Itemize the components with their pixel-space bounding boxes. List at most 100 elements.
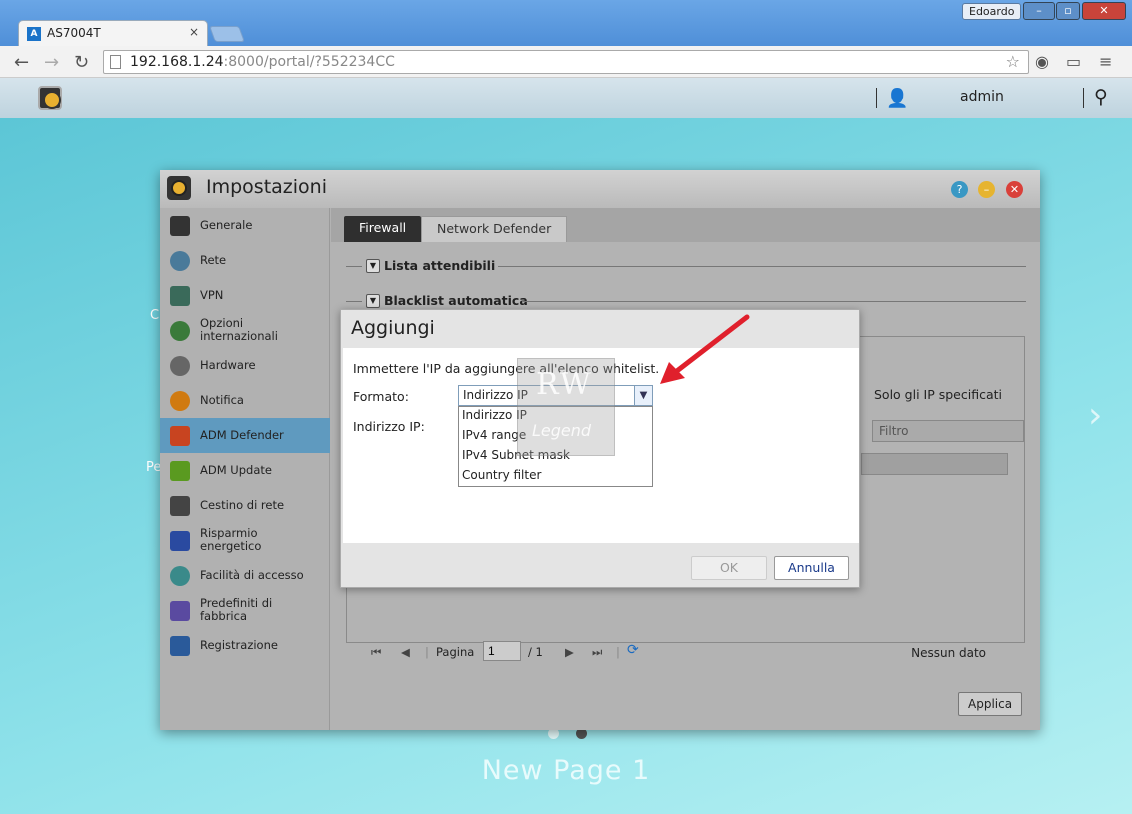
server-icon bbox=[170, 216, 190, 236]
watermark-text: Legend bbox=[532, 421, 592, 440]
settings-title: Impostazioni bbox=[206, 176, 327, 198]
first-page-icon[interactable]: ⏮ bbox=[371, 645, 381, 660]
help-icon[interactable]: ? bbox=[951, 181, 968, 198]
refresh-icon[interactable]: ⟳ bbox=[627, 642, 639, 658]
grid-header bbox=[861, 453, 1008, 475]
annotation-arrow-icon bbox=[660, 314, 750, 384]
ok-button[interactable]: OK bbox=[691, 556, 767, 580]
sidebar-item-label: Predefiniti di fabbrica bbox=[200, 596, 273, 623]
sidebar-item-risparmio-energetico[interactable]: Risparmio energetico bbox=[160, 523, 330, 558]
format-option-country-filter[interactable]: Country filter bbox=[459, 467, 652, 487]
sidebar-item-registrazione[interactable]: Registrazione bbox=[160, 628, 330, 663]
settings-gear-icon bbox=[167, 176, 191, 200]
add-ip-dialog: Aggiungi Immettere l'IP da aggiungere al… bbox=[340, 309, 860, 588]
sidebar-item-label: Generale bbox=[200, 218, 253, 232]
asustor-favicon-icon: A bbox=[27, 27, 41, 41]
section-title: Lista attendibili bbox=[384, 258, 496, 273]
page-icon bbox=[110, 55, 121, 69]
page-label: Pagina bbox=[436, 645, 475, 659]
desktop-edge-text: C bbox=[150, 308, 160, 323]
settings-sidebar: Generale Rete VPN Opzioni internazionali… bbox=[160, 208, 330, 730]
firewall-icon bbox=[170, 426, 190, 446]
sidebar-item-rete[interactable]: Rete bbox=[160, 243, 330, 278]
username-label[interactable]: admin bbox=[960, 89, 1004, 105]
minimize-window-icon[interactable]: – bbox=[1023, 2, 1055, 20]
collapse-toggle-icon[interactable]: ▼ bbox=[366, 259, 380, 273]
sidebar-item-label: Facilità di accesso bbox=[200, 568, 304, 582]
search-icon[interactable]: ⚲ bbox=[1094, 86, 1108, 108]
log-icon bbox=[170, 636, 190, 656]
sidebar-item-adm-defender[interactable]: ADM Defender bbox=[160, 418, 330, 453]
section-lista-attendibili[interactable]: ▼ Lista attendibili bbox=[346, 258, 1026, 274]
apply-button[interactable]: Applica bbox=[958, 692, 1023, 716]
menu-icon[interactable]: ≡ bbox=[1099, 52, 1112, 71]
sidebar-item-label: Notifica bbox=[200, 393, 244, 407]
close-window-icon[interactable]: ✕ bbox=[1082, 2, 1126, 20]
forward-arrow-icon[interactable]: → bbox=[44, 52, 59, 73]
sidebar-item-label: VPN bbox=[200, 288, 224, 302]
cancel-button[interactable]: Annulla bbox=[774, 556, 849, 580]
pager-divider: | bbox=[616, 645, 620, 659]
desktop-page-caption: New Page 1 bbox=[481, 755, 651, 786]
specified-ip-option[interactable]: Solo gli IP specificati bbox=[874, 387, 1002, 402]
minimize-icon[interactable]: – bbox=[978, 181, 995, 198]
address-bar[interactable]: 192.168.1.24:8000/portal/?552234CC ☆ bbox=[103, 50, 1029, 74]
sidebar-item-cestino-di-rete[interactable]: Cestino di rete bbox=[160, 488, 330, 523]
tab-network-defender[interactable]: Network Defender bbox=[421, 216, 568, 242]
reload-icon[interactable]: ↻ bbox=[74, 52, 89, 73]
sidebar-item-label: ADM Defender bbox=[200, 428, 284, 442]
sidebar-item-label: Registrazione bbox=[200, 638, 278, 652]
sidebar-item-predefiniti-di-fabbrica[interactable]: Predefiniti di fabbrica bbox=[160, 593, 330, 628]
prev-page-icon[interactable]: ◀ bbox=[401, 645, 410, 659]
chevron-down-icon[interactable]: ▼ bbox=[634, 386, 652, 405]
ip-address-label: Indirizzo IP: bbox=[353, 419, 425, 434]
collapse-toggle-icon[interactable]: ▼ bbox=[366, 294, 380, 308]
update-arrow-icon bbox=[170, 461, 190, 481]
sidebar-item-hardware[interactable]: Hardware bbox=[160, 348, 330, 383]
sidebar-item-label: Rete bbox=[200, 253, 227, 267]
tab-close-icon[interactable]: × bbox=[189, 25, 199, 39]
separator bbox=[1083, 88, 1084, 108]
close-icon[interactable]: ✕ bbox=[1006, 181, 1023, 198]
next-page-icon[interactable]: ▶ bbox=[565, 645, 574, 659]
page-number-input[interactable] bbox=[483, 641, 521, 661]
section-divider bbox=[498, 266, 1026, 267]
tab-title: AS7004T bbox=[47, 26, 101, 40]
sidebar-item-adm-update[interactable]: ADM Update bbox=[160, 453, 330, 488]
sidebar-item-vpn[interactable]: VPN bbox=[160, 278, 330, 313]
filter-input[interactable]: Filtro bbox=[872, 420, 1024, 442]
section-divider bbox=[346, 301, 362, 302]
section-divider bbox=[346, 266, 362, 267]
new-tab-button[interactable] bbox=[209, 26, 245, 42]
url-text[interactable]: 192.168.1.24:8000/portal/?552234CC bbox=[130, 54, 395, 70]
hardware-icon bbox=[170, 356, 190, 376]
maximize-window-icon[interactable]: ▫ bbox=[1056, 2, 1080, 20]
sidebar-item-opzioni-internazionali[interactable]: Opzioni internazionali bbox=[160, 313, 330, 348]
next-page-chevron-icon[interactable]: › bbox=[1088, 395, 1102, 436]
settings-header: Impostazioni ? – ✕ bbox=[160, 170, 1040, 208]
tab-firewall[interactable]: Firewall bbox=[344, 216, 422, 242]
last-page-icon[interactable]: ⏭ bbox=[592, 645, 602, 660]
user-icon[interactable]: 👤 bbox=[886, 88, 908, 109]
vpn-house-icon bbox=[170, 286, 190, 306]
separator bbox=[876, 88, 877, 108]
sidebar-item-facilita-di-accesso[interactable]: Facilità di accesso bbox=[160, 558, 330, 593]
extension-shield-icon[interactable]: ◉ bbox=[1035, 52, 1049, 71]
page-total: / 1 bbox=[528, 645, 543, 659]
sidebar-item-generale[interactable]: Generale bbox=[160, 208, 330, 243]
globe-pin-icon bbox=[170, 321, 190, 341]
sidebar-item-label: Risparmio energetico bbox=[200, 526, 262, 553]
adm-start-icon[interactable] bbox=[38, 86, 62, 110]
trash-icon bbox=[170, 496, 190, 516]
cast-icon[interactable]: ▭ bbox=[1066, 52, 1081, 71]
watermark-text: RW bbox=[536, 367, 593, 402]
sidebar-item-notifica[interactable]: Notifica bbox=[160, 383, 330, 418]
section-title: Blacklist automatica bbox=[384, 293, 528, 308]
bookmark-star-icon[interactable]: ☆ bbox=[1006, 52, 1020, 71]
back-arrow-icon[interactable]: ← bbox=[14, 52, 29, 73]
section-blacklist-automatica[interactable]: ▼ Blacklist automatica bbox=[346, 293, 1026, 309]
browser-tab[interactable]: A AS7004T × bbox=[18, 20, 208, 46]
profile-badge[interactable]: Edoardo bbox=[962, 3, 1022, 20]
dialog-body: Immettere l'IP da aggiungere all'elenco … bbox=[343, 348, 859, 543]
dialog-title: Aggiungi bbox=[351, 317, 435, 339]
